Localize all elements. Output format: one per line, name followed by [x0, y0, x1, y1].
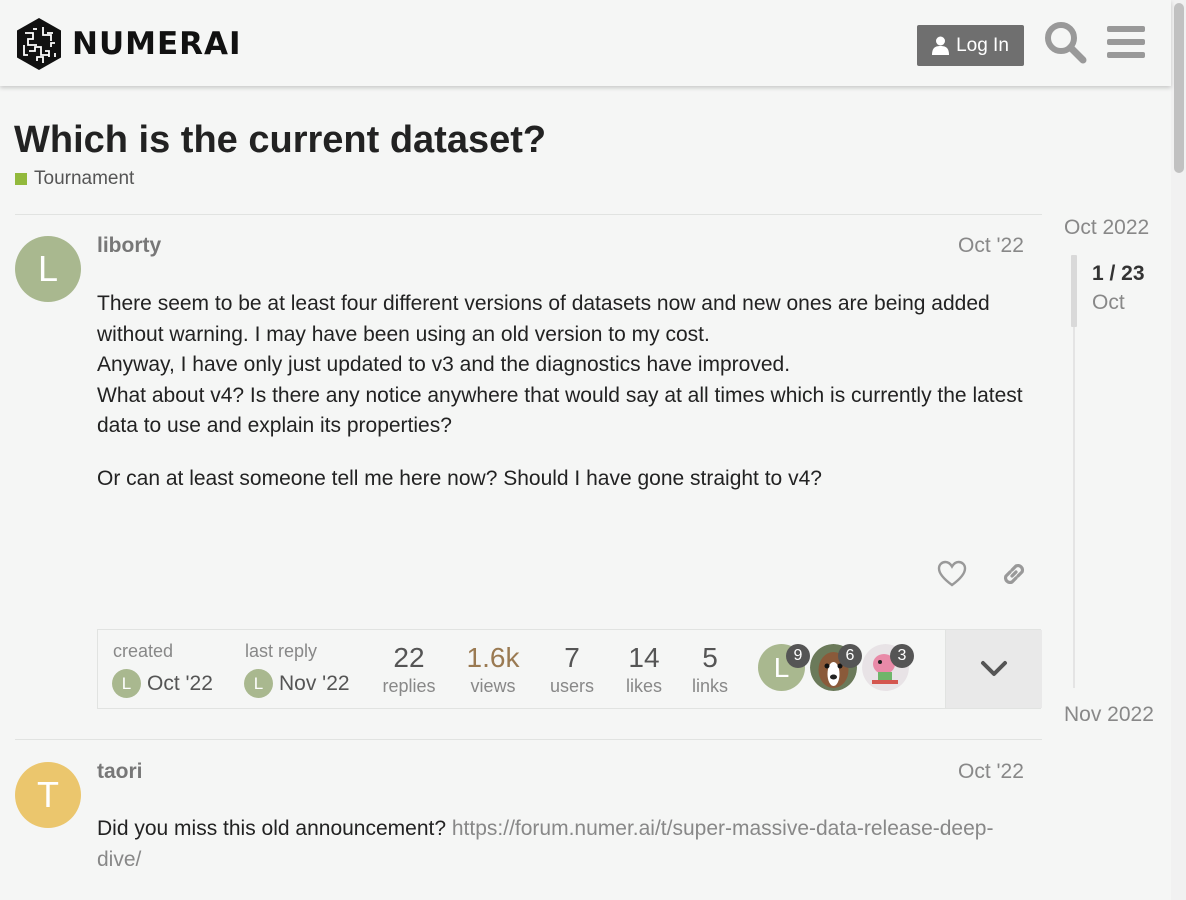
post-line: Anyway, I have only just updated to v3 a…	[97, 353, 791, 376]
stat-label: users	[549, 676, 594, 696]
numerai-logo-icon	[17, 18, 61, 70]
stat-views: 1.6k views	[456, 641, 530, 697]
stat-value: 1.6k	[466, 642, 520, 673]
post-body: There seem to be at least four different…	[97, 289, 1032, 516]
post-username[interactable]: taori	[97, 760, 143, 784]
site-header: NUMERAI Log In	[0, 0, 1171, 86]
post-line: There seem to be at least four different…	[97, 292, 990, 346]
category-color-swatch	[15, 173, 27, 185]
timeline-handle[interactable]	[1071, 255, 1077, 327]
post-date[interactable]: Oct '22	[958, 234, 1024, 258]
scrollbar-thumb[interactable]	[1174, 3, 1184, 173]
page-scrollbar[interactable]	[1171, 0, 1186, 900]
stat-likes: 14 likes	[614, 641, 674, 697]
post-username[interactable]: liborty	[97, 234, 161, 258]
stat-label: links	[691, 676, 728, 696]
post-avatar[interactable]: L	[15, 236, 81, 302]
post-avatar[interactable]: T	[15, 762, 81, 828]
topic-title[interactable]: Which is the current dataset?	[14, 119, 546, 162]
hamburger-menu-icon[interactable]	[1104, 20, 1148, 64]
avatar-letter: L	[37, 248, 59, 289]
post-text: Did you miss this old announcement?	[97, 817, 447, 840]
stat-label: views	[470, 676, 516, 696]
stat-links: 5 links	[682, 641, 738, 697]
login-button[interactable]: Log In	[917, 25, 1024, 66]
timeline-current-month: Oct	[1092, 291, 1125, 314]
created-avatar[interactable]: L	[112, 669, 141, 698]
post-date[interactable]: Oct '22	[958, 760, 1024, 784]
timeline-end-date[interactable]: Nov 2022	[1064, 703, 1154, 727]
site-logo[interactable]: NUMERAI	[15, 17, 242, 71]
avatar-letter: T	[37, 774, 59, 815]
user-icon	[932, 36, 950, 55]
category-badge[interactable]: Tournament	[15, 168, 134, 190]
last-reply-label: last reply	[245, 641, 318, 661]
last-reply-avatar[interactable]: L	[244, 669, 273, 698]
post-paragraph: There seem to be at least four different…	[97, 289, 1032, 442]
post-paragraph: Or can at least someone tell me here now…	[97, 466, 822, 490]
stat-label: likes	[625, 676, 662, 696]
participant-post-count: 6	[838, 644, 862, 668]
participant-post-count: 9	[786, 644, 810, 668]
category-name: Tournament	[34, 168, 135, 189]
login-label: Log In	[956, 34, 1009, 56]
search-icon[interactable]	[1043, 20, 1087, 64]
post-divider	[15, 739, 1042, 740]
created-date[interactable]: Oct '22	[147, 672, 213, 696]
last-reply-date[interactable]: Nov '22	[279, 672, 350, 696]
post-body: Did you miss this old announcement? http…	[97, 814, 1032, 875]
expand-topic-map-button[interactable]	[945, 630, 1042, 708]
stat-value: 14	[628, 642, 660, 673]
timeline-start-date[interactable]: Oct 2022	[1064, 216, 1149, 240]
participant-post-count: 3	[890, 644, 914, 668]
stat-replies: 22 replies	[374, 641, 444, 697]
stat-value: 22	[393, 642, 425, 673]
stat-users: 7 users	[542, 641, 602, 697]
chevron-down-icon	[981, 661, 1007, 676]
topic-map: created L Oct '22 last reply L Nov '22 2…	[97, 629, 1042, 709]
post-divider	[15, 214, 1042, 215]
like-heart-icon[interactable]	[937, 559, 967, 589]
site-logo-text: NUMERAI	[72, 26, 242, 62]
post-line: What about v4? Is there any notice anywh…	[97, 383, 1023, 438]
share-link-icon[interactable]	[999, 559, 1029, 589]
stat-value: 7	[564, 642, 580, 673]
timeline-position: 1 / 23	[1092, 262, 1145, 285]
created-label: created	[113, 641, 174, 661]
stat-value: 5	[702, 642, 718, 673]
stat-label: replies	[382, 676, 436, 696]
